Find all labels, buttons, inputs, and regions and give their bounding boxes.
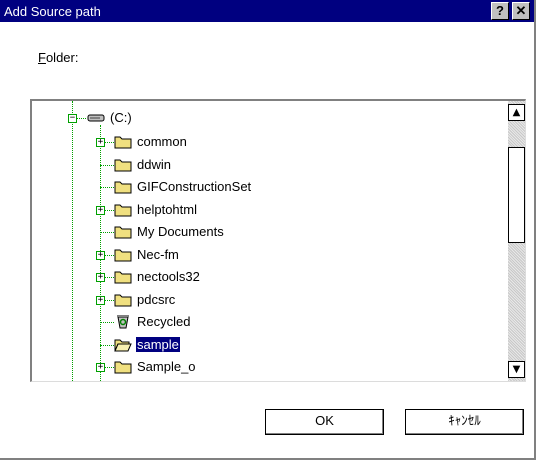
tree-item-label: My Documents	[137, 224, 224, 239]
folder-icon	[114, 226, 132, 239]
folder-icon	[114, 294, 132, 306]
dialog-title: Add Source path	[4, 4, 101, 19]
drive-icon	[87, 114, 105, 122]
expand-toggle[interactable]: +	[96, 363, 105, 372]
expand-toggle[interactable]: +	[96, 295, 105, 305]
tree-root-item[interactable]: (C:)	[87, 108, 237, 128]
tree-content: − (C:) + common ddwin GIFConstructionSet + he…	[32, 101, 508, 381]
tree-item-sample-o[interactable]: Sample_o	[114, 357, 314, 377]
expand-toggle[interactable]: +	[96, 273, 105, 282]
tree-connector	[100, 187, 114, 188]
expand-toggle[interactable]: +	[96, 138, 105, 147]
folder-icon	[114, 361, 132, 374]
folder-icon	[114, 204, 132, 216]
folder-icon	[114, 181, 132, 194]
add-source-path-dialog: Add Source path ? ✕ Folder: − (C:) + comm…	[0, 0, 536, 460]
folder-icon	[114, 271, 132, 284]
tree-item-recycled[interactable]: Recycled	[114, 312, 314, 332]
tree-item-label: common	[137, 134, 187, 149]
tree-item-ddwin[interactable]: ddwin	[114, 155, 314, 175]
open-folder-icon	[114, 339, 132, 351]
tree-item-label: sample	[136, 336, 180, 352]
tree-connector	[100, 164, 114, 166]
tree-item-pdcsrc[interactable]: pdcsrc	[114, 290, 314, 310]
tree-connector	[100, 322, 114, 323]
expand-toggle[interactable]: +	[96, 250, 105, 260]
ok-button[interactable]: OK	[265, 409, 384, 435]
folder-label-accesskey: F	[38, 50, 46, 65]
title-bar[interactable]: Add Source path ? ✕	[0, 0, 534, 22]
tree-item-nectools32[interactable]: nectools32	[114, 267, 314, 287]
folder-tree[interactable]: − (C:) + common ddwin GIFConstructionSet + he…	[30, 99, 526, 382]
tree-item-label: Recycled	[137, 314, 191, 329]
tree-item-nec-fm[interactable]: Nec-fm	[114, 245, 314, 265]
folder-icon	[114, 159, 132, 171]
folder-label-text: older:	[45, 50, 79, 65]
tree-item-label: nectools32	[137, 269, 200, 284]
tree-item-helptohtml[interactable]: helptohtml	[114, 200, 314, 220]
folder-icon	[114, 136, 132, 149]
tree-item-label: pdcsrc	[137, 291, 176, 307]
tree-item-label: ddwin	[137, 156, 171, 172]
tree-item-label: GIFConstructionSet	[137, 179, 252, 194]
scroll-down-button[interactable]: ▼	[508, 361, 525, 378]
vertical-scrollbar[interactable]: ▲ ▼	[508, 101, 525, 381]
tree-item-sample[interactable]: sample	[114, 335, 314, 355]
folder-icon	[114, 249, 132, 261]
tree-root-label: (C:)	[110, 110, 132, 125]
root-collapse-toggle[interactable]: −	[68, 114, 77, 123]
cancel-button[interactable]: ｷｬﾝｾﾙ	[405, 409, 524, 435]
tree-item-common[interactable]: common	[114, 132, 314, 152]
tree-connector	[100, 232, 114, 233]
tree-item-my-documents[interactable]: My Documents	[114, 222, 314, 242]
tree-line-root	[72, 101, 73, 381]
help-button[interactable]: ?	[491, 2, 509, 20]
scroll-up-button[interactable]: ▲	[508, 104, 525, 121]
folder-label: Folder:	[38, 50, 78, 65]
scroll-thumb[interactable]	[508, 147, 525, 243]
tree-item-label: helptohtml	[137, 201, 197, 217]
tree-connector	[100, 344, 114, 346]
close-button[interactable]: ✕	[512, 2, 530, 20]
expand-toggle[interactable]: +	[96, 205, 105, 215]
tree-item-gifconstructionset[interactable]: GIFConstructionSet	[114, 177, 314, 197]
tree-item-label: Nec-fm	[137, 246, 179, 262]
recycle-bin-icon	[117, 315, 129, 329]
tree-item-label: Sample_o	[137, 359, 196, 374]
